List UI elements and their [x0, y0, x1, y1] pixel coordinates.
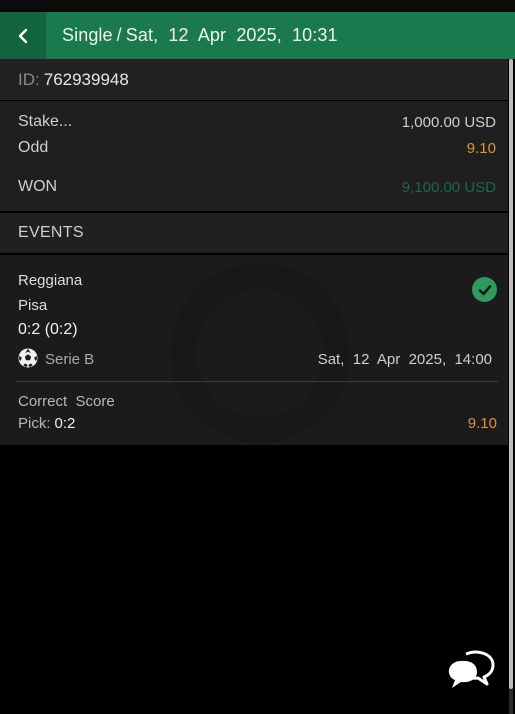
bet-summary: Stake... 1,000.00 USD Odd 9.10 WON 9,100…	[0, 101, 508, 211]
check-circle-icon	[472, 277, 497, 302]
payout-value: 9,100.00 USD	[401, 178, 496, 196]
events-header: EVENTS	[0, 213, 508, 253]
pick-row: Pick: 0:2	[18, 415, 75, 432]
odd-value: 9.10	[466, 139, 496, 157]
title-separator: /	[116, 25, 122, 45]
pick-value: 0:2	[54, 415, 76, 432]
bet-type: Single	[62, 25, 113, 45]
divider	[16, 381, 498, 382]
home-team: Reggiana	[18, 272, 83, 289]
bet-details-header: Single / Sat, 12 Apr 2025, 10:31	[0, 12, 515, 59]
scrollbar-thumb[interactable]	[509, 59, 513, 689]
soccer-ball-icon	[18, 348, 38, 368]
header-title: Single / Sat, 12 Apr 2025, 10:31	[62, 25, 338, 46]
final-score: 0:2 (0:2)	[18, 321, 78, 338]
top-strip	[0, 0, 515, 12]
bet-placed-datetime: Sat, 12 Apr 2025, 10:31	[125, 25, 338, 45]
back-button[interactable]	[0, 12, 46, 59]
event-card: Reggiana Pisa 0:2 (0:2) Serie B Sat, 12 …	[0, 255, 508, 445]
market-name: Correct Score	[18, 393, 115, 410]
chevron-left-icon	[18, 28, 28, 43]
away-team: Pisa	[18, 297, 48, 314]
odd-row: Odd 9.10	[18, 139, 496, 157]
ticket-id-row: ID: 762939948	[0, 59, 508, 100]
ticket-id-label: ID:	[18, 69, 40, 89]
chat-bubbles-icon	[448, 650, 495, 688]
stake-row: Stake... 1,000.00 USD	[18, 113, 496, 131]
chat-button[interactable]	[446, 648, 496, 692]
ticket-id-value: 762939948	[43, 69, 129, 89]
stake-label: Stake...	[18, 113, 73, 130]
league-name: Serie B	[45, 351, 95, 368]
status-label: WON	[18, 178, 58, 195]
odd-label: Odd	[18, 139, 49, 156]
event-start-datetime: Sat, 12 Apr 2025, 14:00	[317, 351, 492, 368]
won-row: WON 9,100.00 USD	[18, 178, 496, 196]
pick-label: Pick:	[18, 415, 51, 432]
stake-value: 1,000.00 USD	[401, 113, 496, 131]
pick-odd: 9.10	[467, 415, 497, 432]
